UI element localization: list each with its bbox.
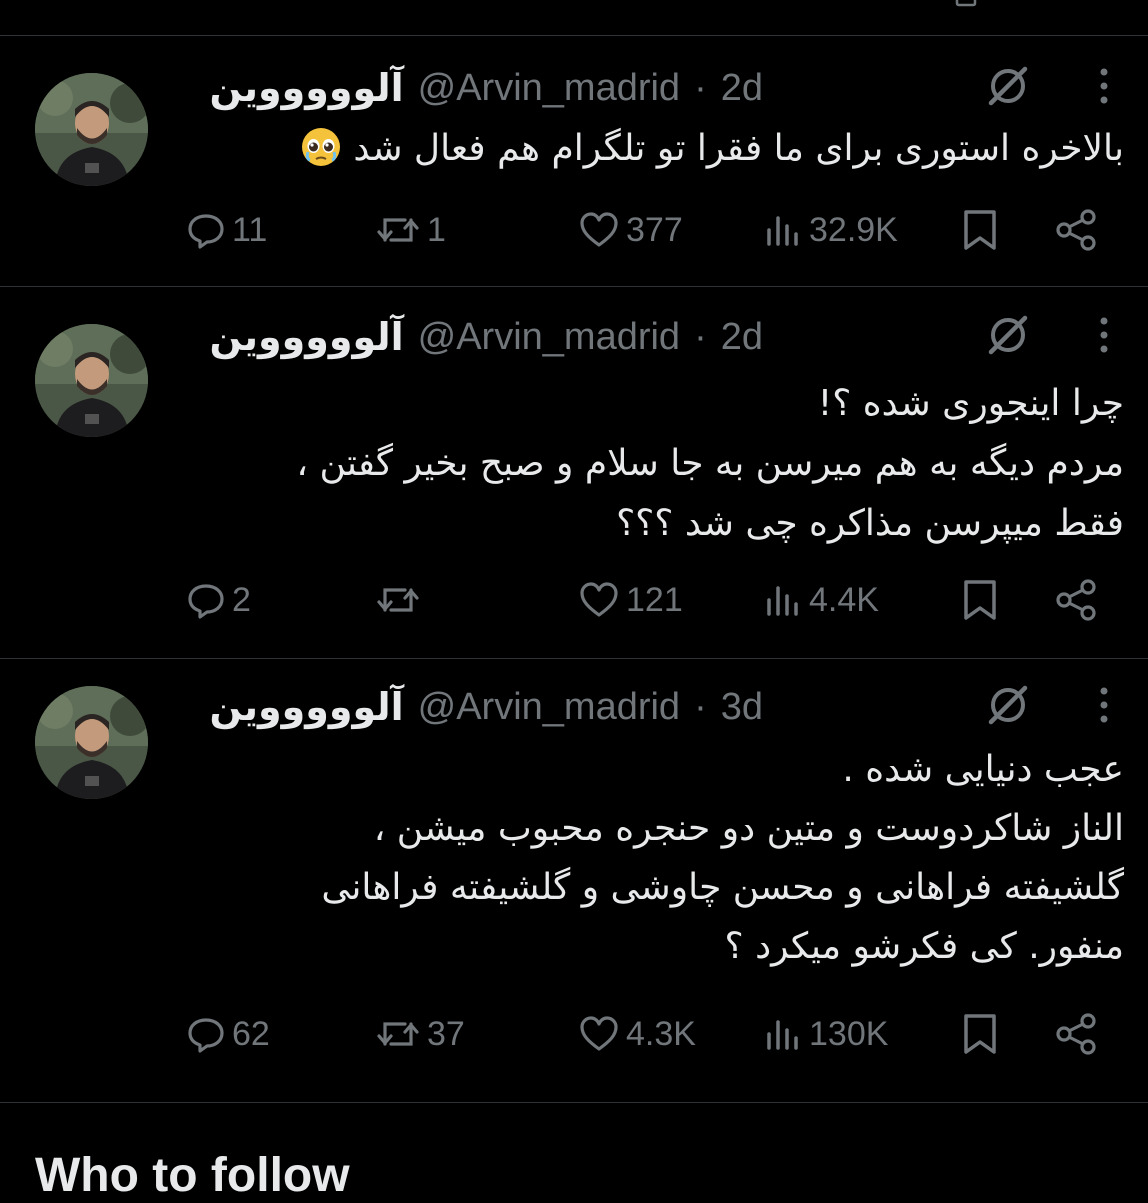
reply-count: 11 bbox=[232, 210, 268, 249]
heart-icon bbox=[578, 580, 620, 620]
tweet-text: چرا اینجوری شده ؟! مردم دیگه به هم میرسن… bbox=[164, 374, 1124, 554]
views-icon bbox=[763, 580, 803, 620]
reply-icon bbox=[186, 580, 226, 620]
views-icon bbox=[763, 210, 803, 250]
more-button[interactable] bbox=[1086, 681, 1122, 733]
grok-button[interactable] bbox=[982, 681, 1034, 733]
grok-icon bbox=[985, 682, 1031, 733]
tweet-text: بالاخره استوری برای ما فقرا تو تلگرام هم… bbox=[164, 122, 1124, 175]
tweet-header: آلوووووین @Arvin_madrid · 2d bbox=[210, 63, 763, 113]
bookmark-icon bbox=[960, 578, 1000, 622]
bookmark-icon bbox=[960, 208, 1000, 252]
reply-count: 2 bbox=[232, 580, 251, 619]
display-name[interactable]: آلوووووین bbox=[210, 685, 404, 729]
display-name[interactable]: آلوووووین bbox=[210, 315, 404, 359]
tweet-text-line: چرا اینجوری شده ؟! bbox=[817, 383, 1124, 424]
share-button[interactable] bbox=[1054, 1009, 1100, 1059]
bookmark-button[interactable] bbox=[960, 205, 1000, 255]
more-button[interactable] bbox=[1086, 311, 1122, 363]
reply-count: 62 bbox=[232, 1014, 270, 1053]
like-button[interactable]: 121 bbox=[578, 575, 683, 625]
repost-button[interactable]: 37 bbox=[375, 1009, 465, 1059]
grok-icon bbox=[985, 312, 1031, 363]
repost-count: 1 bbox=[427, 210, 446, 249]
repost-icon bbox=[375, 580, 421, 620]
like-count: 121 bbox=[626, 580, 683, 619]
repost-count: 37 bbox=[427, 1014, 465, 1053]
handle[interactable]: @Arvin_madrid bbox=[418, 67, 680, 110]
timestamp[interactable]: 3d bbox=[721, 686, 763, 729]
tweet-text-line: بالاخره استوری برای ما فقرا تو تلگرام هم… bbox=[164, 122, 1124, 175]
like-button[interactable]: 4.3K bbox=[578, 1009, 696, 1059]
bookmark-button[interactable] bbox=[960, 1009, 1000, 1059]
tweet-text-line: منفور. کی فکرشو میکرد ؟ bbox=[724, 926, 1124, 967]
tweet-text-line: عجب دنیایی شده . bbox=[842, 749, 1124, 790]
repost-icon bbox=[375, 210, 421, 250]
time-separator: · bbox=[694, 315, 707, 358]
tweet-header: آلوووووین @Arvin_madrid · 2d bbox=[210, 312, 763, 362]
like-count: 4.3K bbox=[626, 1014, 696, 1053]
time-separator: · bbox=[694, 685, 707, 728]
handle[interactable]: @Arvin_madrid bbox=[418, 316, 680, 359]
repost-button[interactable]: 1 bbox=[375, 205, 446, 255]
share-icon bbox=[1054, 578, 1100, 622]
reply-button[interactable]: 11 bbox=[186, 205, 267, 255]
grok-button[interactable] bbox=[982, 62, 1034, 114]
divider bbox=[0, 1102, 1148, 1103]
repost-icon bbox=[375, 1014, 421, 1054]
like-count: 377 bbox=[626, 210, 683, 249]
more-icon bbox=[1098, 685, 1110, 730]
grok-button[interactable] bbox=[982, 311, 1034, 363]
repost-button[interactable] bbox=[375, 575, 427, 625]
like-button[interactable]: 377 bbox=[578, 205, 683, 255]
text-segment: بالاخره استوری برای ما فقرا تو تلگرام هم… bbox=[353, 128, 1124, 169]
views-count: 32.9K bbox=[809, 210, 898, 249]
reply-button[interactable]: 62 bbox=[186, 1009, 270, 1059]
time-separator: · bbox=[694, 66, 707, 109]
divider bbox=[0, 286, 1148, 287]
views-count: 4.4K bbox=[809, 580, 879, 619]
display-name[interactable]: آلوووووین bbox=[210, 66, 404, 110]
tweet-text-line: فقط میپرسن مذاکره چی شد ؟؟؟ bbox=[616, 503, 1124, 544]
timestamp[interactable]: 2d bbox=[721, 67, 763, 110]
pleading-face-emoji bbox=[300, 126, 342, 168]
share-icon bbox=[1054, 1012, 1100, 1056]
tweet-text-line: گلشیفته فراهانی و محسن چاوشی و گلشیفته ف… bbox=[321, 867, 1124, 908]
divider-top bbox=[0, 35, 1148, 36]
tweet-header: آلوووووین @Arvin_madrid · 3d bbox=[210, 682, 763, 732]
reply-icon bbox=[186, 210, 226, 250]
views-count: 130K bbox=[809, 1014, 889, 1053]
views-button[interactable]: 4.4K bbox=[763, 575, 879, 625]
handle[interactable]: @Arvin_madrid bbox=[418, 686, 680, 729]
share-icon bbox=[1054, 208, 1100, 252]
heart-icon bbox=[578, 1014, 620, 1054]
reply-icon bbox=[186, 1014, 226, 1054]
avatar[interactable] bbox=[35, 73, 148, 186]
views-button[interactable]: 32.9K bbox=[763, 205, 898, 255]
tweet-text: عجب دنیایی شده . الناز شاکردوست و متین د… bbox=[164, 740, 1124, 976]
avatar[interactable] bbox=[35, 686, 148, 799]
timestamp[interactable]: 2d bbox=[721, 316, 763, 359]
reply-button[interactable]: 2 bbox=[186, 575, 251, 625]
divider bbox=[0, 658, 1148, 659]
more-icon bbox=[1098, 66, 1110, 111]
share-button[interactable] bbox=[1054, 205, 1100, 255]
more-button[interactable] bbox=[1086, 62, 1122, 114]
bookmark-icon bbox=[960, 1012, 1000, 1056]
who-to-follow-heading: Who to follow bbox=[35, 1149, 350, 1202]
more-icon bbox=[1098, 315, 1110, 360]
bookmark-button[interactable] bbox=[960, 575, 1000, 625]
heart-icon bbox=[578, 210, 620, 250]
views-button[interactable]: 130K bbox=[763, 1009, 888, 1059]
tweet-text-line: الناز شاکردوست و متین دو حنجره محبوب میش… bbox=[373, 808, 1124, 849]
share-button[interactable] bbox=[1054, 575, 1100, 625]
views-icon bbox=[763, 1014, 803, 1054]
avatar[interactable] bbox=[35, 324, 148, 437]
grok-icon bbox=[985, 63, 1031, 114]
tweet-text-line: مردم دیگه به هم میرسن به جا سلام و صبح ب… bbox=[296, 443, 1124, 484]
